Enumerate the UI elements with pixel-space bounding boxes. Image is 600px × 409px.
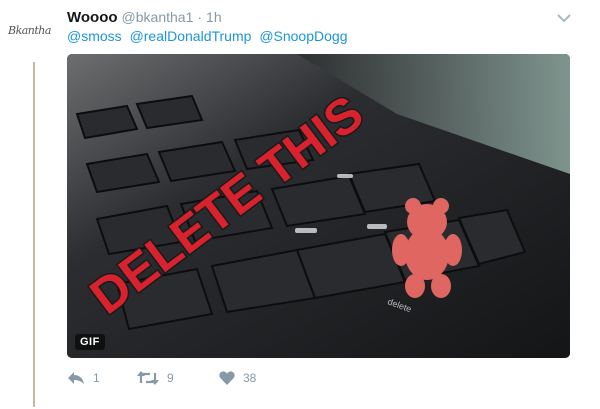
like-count: 38 [243, 371, 257, 385]
heart-icon [219, 371, 235, 385]
mention-link[interactable]: @smoss [67, 28, 122, 44]
gif-media[interactable]: delete DELETE THIS GIF [67, 54, 570, 358]
avatar[interactable]: Bkantha [8, 24, 58, 44]
thread-line [33, 62, 35, 407]
retweet-icon [137, 371, 159, 385]
display-name[interactable]: Woooo [67, 9, 118, 26]
gif-badge: GIF [75, 334, 105, 350]
tweet-actions: 1 9 38 [67, 368, 279, 388]
meta-separator: · [197, 9, 203, 25]
tweet-text: @smoss @realDonaldTrump @SnoopDogg [67, 28, 351, 44]
mention-link[interactable]: @SnoopDogg [259, 28, 347, 44]
keyboard-gif-image: delete DELETE THIS [67, 54, 570, 358]
tweet: Bkantha Woooo @bkantha1 · 1h @smoss @rea… [0, 0, 600, 409]
reply-button[interactable]: 1 [67, 371, 137, 385]
tweet-header: Woooo @bkantha1 · 1h [67, 9, 222, 27]
reply-icon [67, 371, 85, 385]
timestamp[interactable]: 1h [206, 9, 222, 25]
like-button[interactable]: 38 [219, 371, 279, 385]
retweet-count: 9 [167, 371, 174, 385]
mention-link[interactable]: @realDonaldTrump [130, 28, 252, 44]
user-handle[interactable]: @bkantha1 [122, 9, 194, 25]
retweet-button[interactable]: 9 [137, 371, 219, 385]
reply-count: 1 [93, 371, 100, 385]
chevron-down-icon[interactable] [557, 10, 571, 23]
